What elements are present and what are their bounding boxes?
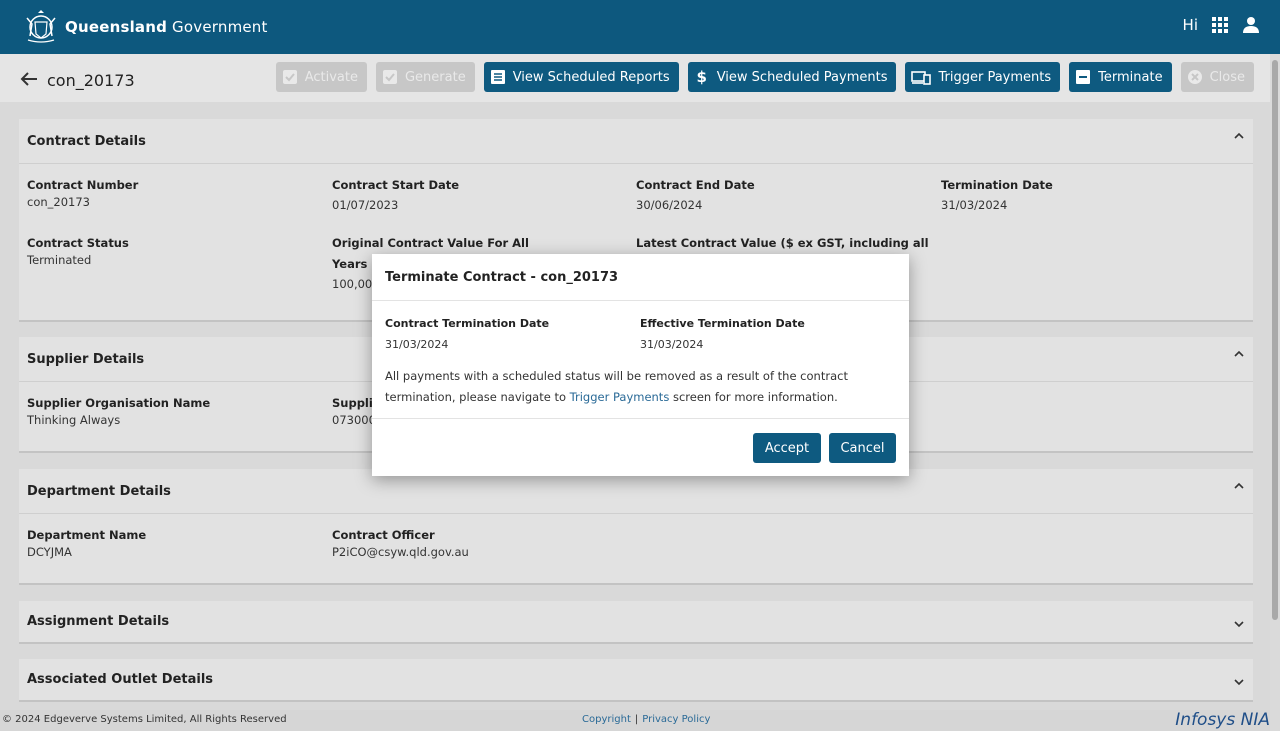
- dialog-title: Terminate Contract - con_20173: [385, 270, 619, 285]
- field-label: Contract Termination Date: [385, 317, 550, 330]
- accept-button[interactable]: Accept: [753, 433, 821, 463]
- field-value: 31/03/2024: [640, 338, 704, 351]
- contract-termination-date-field: Contract Termination Date 31/03/2024: [385, 317, 549, 351]
- divider: [372, 418, 909, 419]
- trigger-payments-link[interactable]: Trigger Payments: [570, 390, 670, 404]
- message-text-end: screen for more information.: [669, 389, 838, 404]
- field-label: Effective Termination Date: [640, 317, 805, 330]
- effective-termination-date-field: Effective Termination Date 31/03/2024: [640, 317, 805, 351]
- cancel-button[interactable]: Cancel: [829, 433, 896, 463]
- termination-message: All payments with a scheduled status wil…: [385, 366, 885, 407]
- field-value: 31/03/2024: [385, 338, 449, 351]
- terminate-contract-dialog: Terminate Contract - con_20173 Contract …: [372, 254, 909, 476]
- divider: [372, 300, 909, 301]
